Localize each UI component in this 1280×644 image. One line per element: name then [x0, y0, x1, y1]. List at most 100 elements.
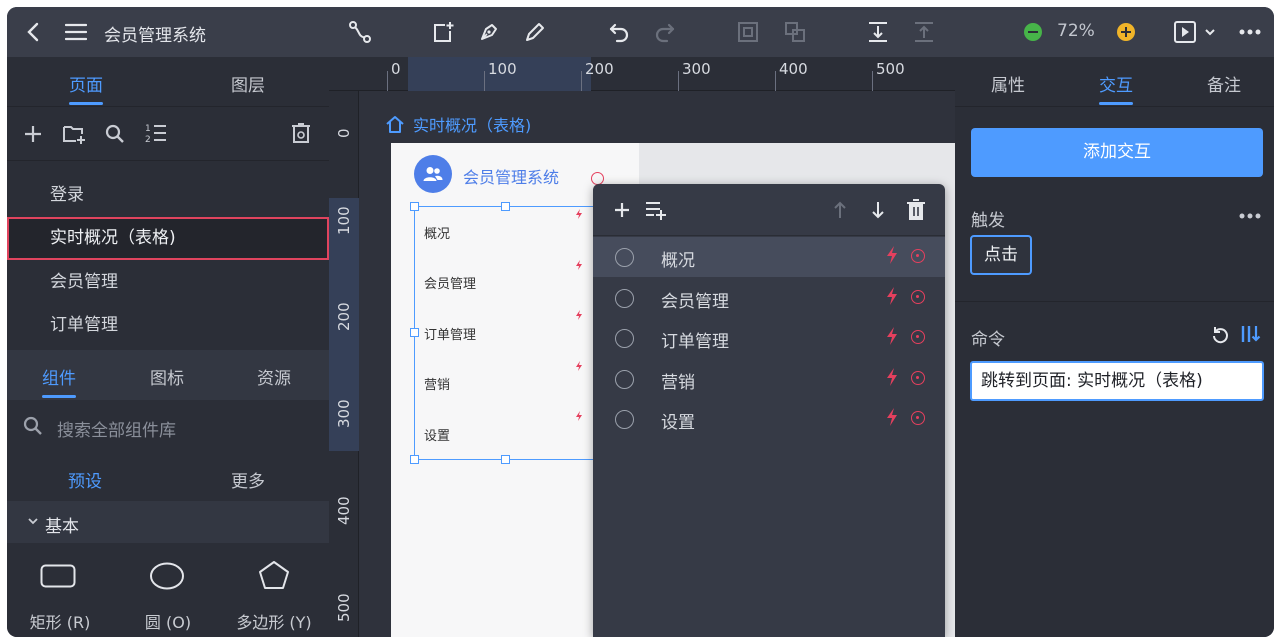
radio-button[interactable] — [615, 370, 634, 389]
bolt-icon — [886, 246, 898, 264]
resize-handle[interactable] — [410, 202, 419, 211]
resize-handle[interactable] — [501, 455, 510, 464]
tab-interactions[interactable]: 交互 — [1099, 71, 1133, 96]
target-icon[interactable] — [911, 330, 925, 344]
undo-icon[interactable] — [606, 15, 632, 49]
zoom-in-icon[interactable] — [1115, 15, 1137, 49]
move-up-layer-icon[interactable] — [911, 15, 937, 49]
target-icon[interactable] — [911, 411, 925, 425]
resize-handle[interactable] — [410, 328, 419, 337]
page-item-login[interactable]: 登录 — [7, 174, 329, 217]
more-icon[interactable] — [1239, 213, 1261, 219]
target-row[interactable]: 设置 — [593, 399, 945, 439]
pen-icon[interactable] — [476, 15, 502, 49]
back-icon[interactable] — [21, 15, 45, 49]
basic-section-header[interactable]: 基本 — [7, 501, 329, 543]
interaction-target-popup: 概况 会员管理 订单管理 营销 设置 — [593, 184, 945, 637]
command-order-icon[interactable] — [1240, 324, 1262, 344]
breadcrumb[interactable]: 实时概况（表格) — [385, 112, 531, 136]
circle-icon[interactable] — [149, 562, 185, 590]
sort-list-icon[interactable]: 12 — [145, 122, 167, 144]
add-folder-icon[interactable] — [62, 124, 86, 144]
trigger-click-chip[interactable]: 点击 — [970, 235, 1032, 275]
menu-item[interactable]: 订单管理 — [424, 324, 476, 343]
radio-button[interactable] — [615, 329, 634, 348]
group-icon[interactable] — [735, 15, 761, 49]
target-row[interactable]: 会员管理 — [593, 278, 945, 318]
target-row[interactable]: 营销 — [593, 359, 945, 399]
add-icon[interactable] — [613, 201, 631, 219]
tab-resources[interactable]: 资源 — [257, 364, 291, 389]
users-icon — [414, 155, 452, 193]
target-icon[interactable] — [911, 371, 925, 385]
tab-icons[interactable]: 图标 — [150, 364, 184, 389]
ruler-label: 300 — [682, 60, 711, 78]
command-label: 命令 — [971, 330, 1005, 350]
ungroup-icon[interactable] — [782, 15, 808, 49]
tab-layers[interactable]: 图层 — [231, 71, 265, 96]
library-tabs: 组件 图标 资源 — [7, 350, 329, 400]
bolt-icon — [575, 361, 583, 371]
menu-item[interactable]: 会员管理 — [424, 273, 476, 292]
move-down-layer-icon[interactable] — [865, 15, 891, 49]
tab-pages[interactable]: 页面 — [69, 71, 103, 96]
preview-button[interactable] — [1170, 15, 1220, 49]
page-item-member-management[interactable]: 会员管理 — [7, 261, 329, 304]
ruler-label: 400 — [779, 60, 808, 78]
add-page-icon[interactable] — [23, 124, 43, 144]
tab-underline — [1099, 102, 1133, 105]
radio-button[interactable] — [615, 289, 634, 308]
resize-handle[interactable] — [410, 455, 419, 464]
trigger-label: 触发 — [971, 211, 1005, 231]
add-frame-icon[interactable] — [430, 15, 456, 49]
tab-more[interactable]: 更多 — [231, 467, 265, 492]
page-item-order-management[interactable]: 订单管理 — [7, 304, 329, 347]
move-up-icon[interactable] — [833, 200, 847, 220]
pencil-icon[interactable] — [522, 15, 548, 49]
inspector-tabs: 属性 交互 备注 — [955, 57, 1274, 107]
tab-properties[interactable]: 属性 — [991, 71, 1025, 96]
zoom-out-icon[interactable] — [1022, 15, 1044, 49]
add-interaction-button[interactable]: 添加交互 — [971, 128, 1263, 177]
add-list-icon[interactable] — [645, 200, 667, 220]
tab-presets[interactable]: 预设 — [68, 467, 102, 492]
page-layer-tabs: 页面 图层 — [7, 57, 329, 107]
menu-item[interactable]: 设置 — [424, 425, 450, 444]
tab-components[interactable]: 组件 — [42, 364, 76, 389]
menu-icon[interactable] — [63, 15, 89, 49]
ruler-label: 300 — [335, 399, 353, 428]
delete-icon[interactable] — [906, 199, 926, 221]
page-item-realtime-overview[interactable]: 实时概况（表格) — [7, 217, 329, 260]
move-down-icon[interactable] — [871, 200, 885, 220]
command-jump-to-page[interactable]: 跳转到页面: 实时概况（表格) — [970, 361, 1264, 401]
pentagon-icon[interactable] — [258, 560, 290, 590]
menu-item[interactable]: 营销 — [424, 374, 450, 393]
component-search[interactable]: 搜索全部组件库 — [7, 400, 329, 452]
bolt-icon — [575, 260, 583, 270]
target-row[interactable]: 概况 — [593, 237, 945, 277]
svg-text:2: 2 — [145, 135, 151, 144]
breadcrumb-page: 实时概况（表格) — [413, 116, 532, 135]
target-row[interactable]: 订单管理 — [593, 318, 945, 358]
app-title: 会员管理系统 — [104, 26, 206, 46]
tab-notes[interactable]: 备注 — [1207, 71, 1241, 96]
ruler-label: 200 — [335, 302, 353, 331]
recycle-bin-icon[interactable] — [290, 122, 312, 144]
radio-button[interactable] — [615, 248, 634, 267]
target-icon[interactable] — [911, 290, 925, 304]
connector-icon[interactable] — [347, 15, 373, 49]
app-window: 会员管理系统 72% 页面 图层 1 2 登录 实时概况（表格) 会员管理 订单… — [7, 7, 1274, 637]
radio-button[interactable] — [615, 410, 634, 429]
search-page-icon[interactable] — [105, 124, 125, 144]
bolt-icon — [886, 287, 898, 305]
search-input[interactable]: 搜索全部组件库 — [57, 416, 176, 441]
more-icon[interactable] — [1237, 15, 1263, 49]
menu-item[interactable]: 概况 — [424, 223, 450, 242]
left-panel: 页面 图层 12 登录 实时概况（表格) 会员管理 订单管理 组件 图标 资源 … — [7, 57, 329, 637]
target-label: 设置 — [661, 413, 695, 433]
redo-icon[interactable] — [652, 15, 678, 49]
resize-handle[interactable] — [501, 202, 510, 211]
rectangle-icon[interactable] — [40, 564, 76, 588]
target-icon[interactable] — [911, 249, 925, 263]
reset-icon[interactable] — [1210, 324, 1230, 344]
